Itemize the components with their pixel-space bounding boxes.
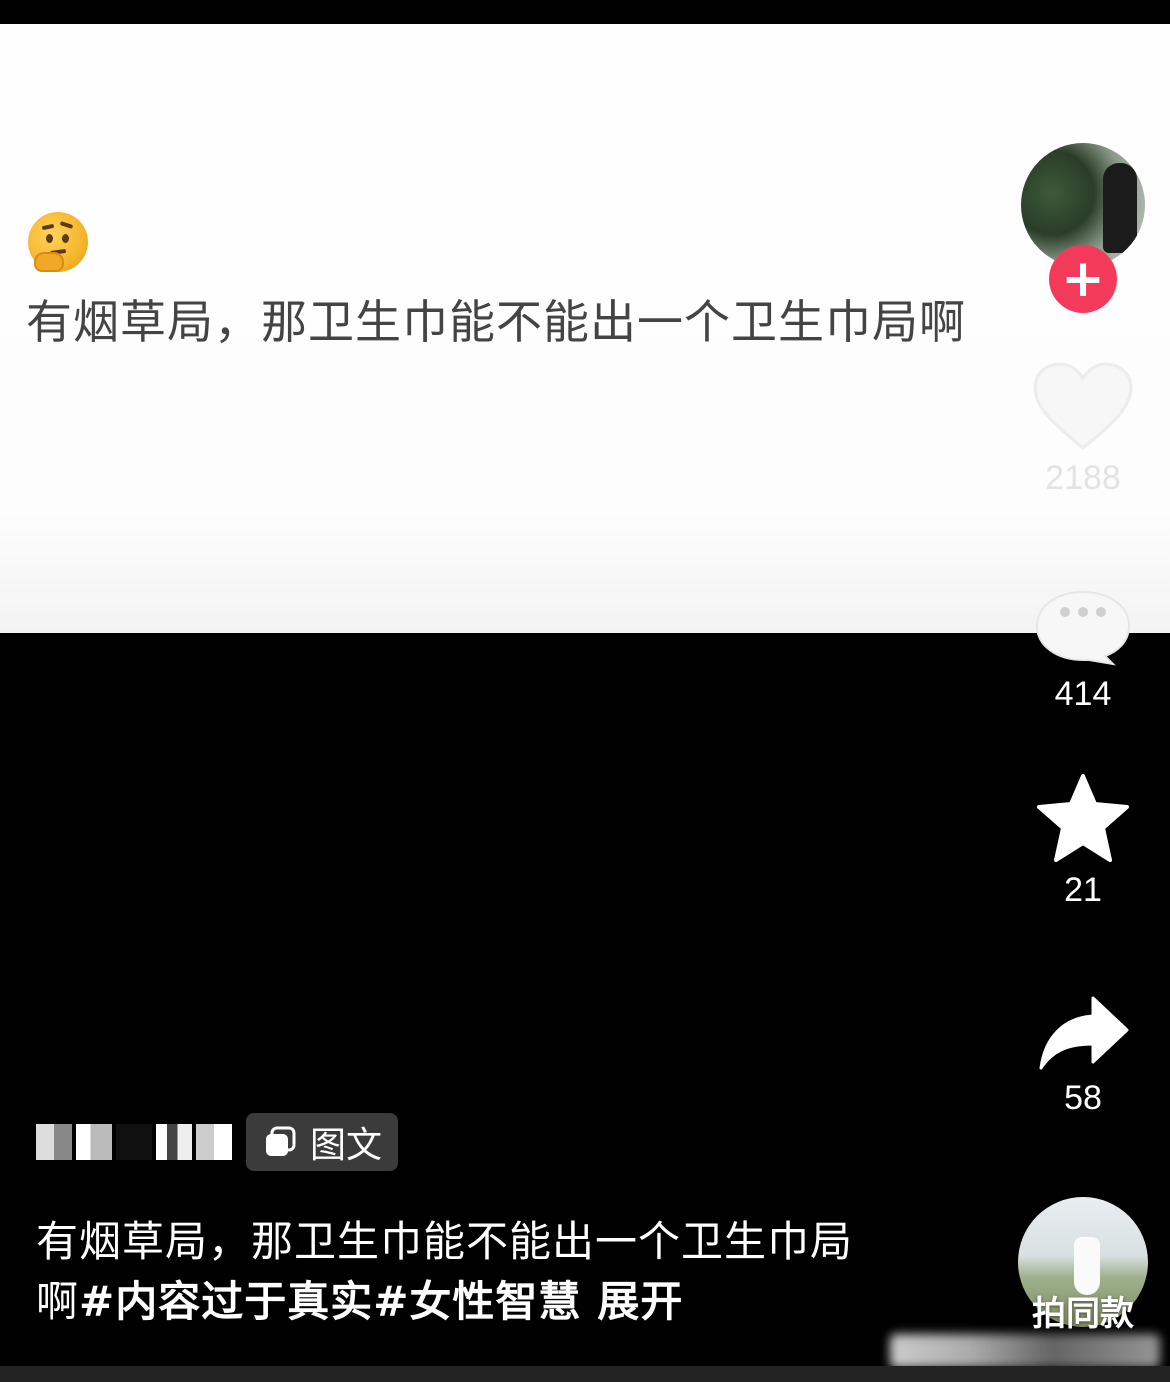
post-description[interactable]: 有烟草局，那卫生巾能不能出一个卫生巾局啊#内容过于真实#女性智慧 展开 — [36, 1212, 876, 1332]
share-action[interactable]: 58 — [1030, 992, 1136, 1118]
post-image-text: 有烟草局，那卫生巾能不能出一个卫生巾局啊 — [26, 295, 966, 349]
author-row: 图文 — [36, 1113, 399, 1171]
image-text-icon — [266, 1126, 296, 1156]
heart-icon[interactable] — [1031, 360, 1135, 452]
author-name-mosaic[interactable] — [36, 1124, 232, 1160]
comment-count: 414 — [1054, 675, 1112, 713]
comment-action[interactable]: 414 — [1030, 588, 1136, 714]
thinking-face-icon — [28, 212, 88, 272]
share-arrow-icon[interactable] — [1035, 992, 1131, 1072]
like-action[interactable]: 2188 — [1030, 360, 1136, 498]
favorite-action[interactable]: 21 — [1030, 772, 1136, 910]
top-status-strip — [0, 0, 1170, 24]
hashtag-link[interactable]: #女性智慧 — [373, 1277, 581, 1326]
follow-button[interactable]: + — [1049, 245, 1117, 313]
post-type-tag: 图文 — [246, 1113, 399, 1171]
like-count: 2188 — [1045, 459, 1121, 497]
same-style-button[interactable]: 拍同款 — [1024, 1286, 1142, 1335]
hashtag-link[interactable]: #内容过于真实 — [79, 1277, 373, 1326]
bottom-bar — [0, 1366, 1170, 1382]
favorite-count: 21 — [1064, 871, 1102, 909]
plus-icon: + — [1061, 249, 1105, 309]
share-count: 58 — [1064, 1079, 1102, 1117]
blurred-watermark — [890, 1334, 1160, 1368]
comment-icon[interactable] — [1033, 588, 1133, 668]
star-icon[interactable] — [1035, 772, 1131, 864]
post-type-label: 图文 — [310, 1125, 383, 1166]
expand-button[interactable]: 展开 — [597, 1277, 683, 1326]
post-image-card[interactable]: 有烟草局，那卫生巾能不能出一个卫生巾局啊 — [0, 24, 1170, 633]
